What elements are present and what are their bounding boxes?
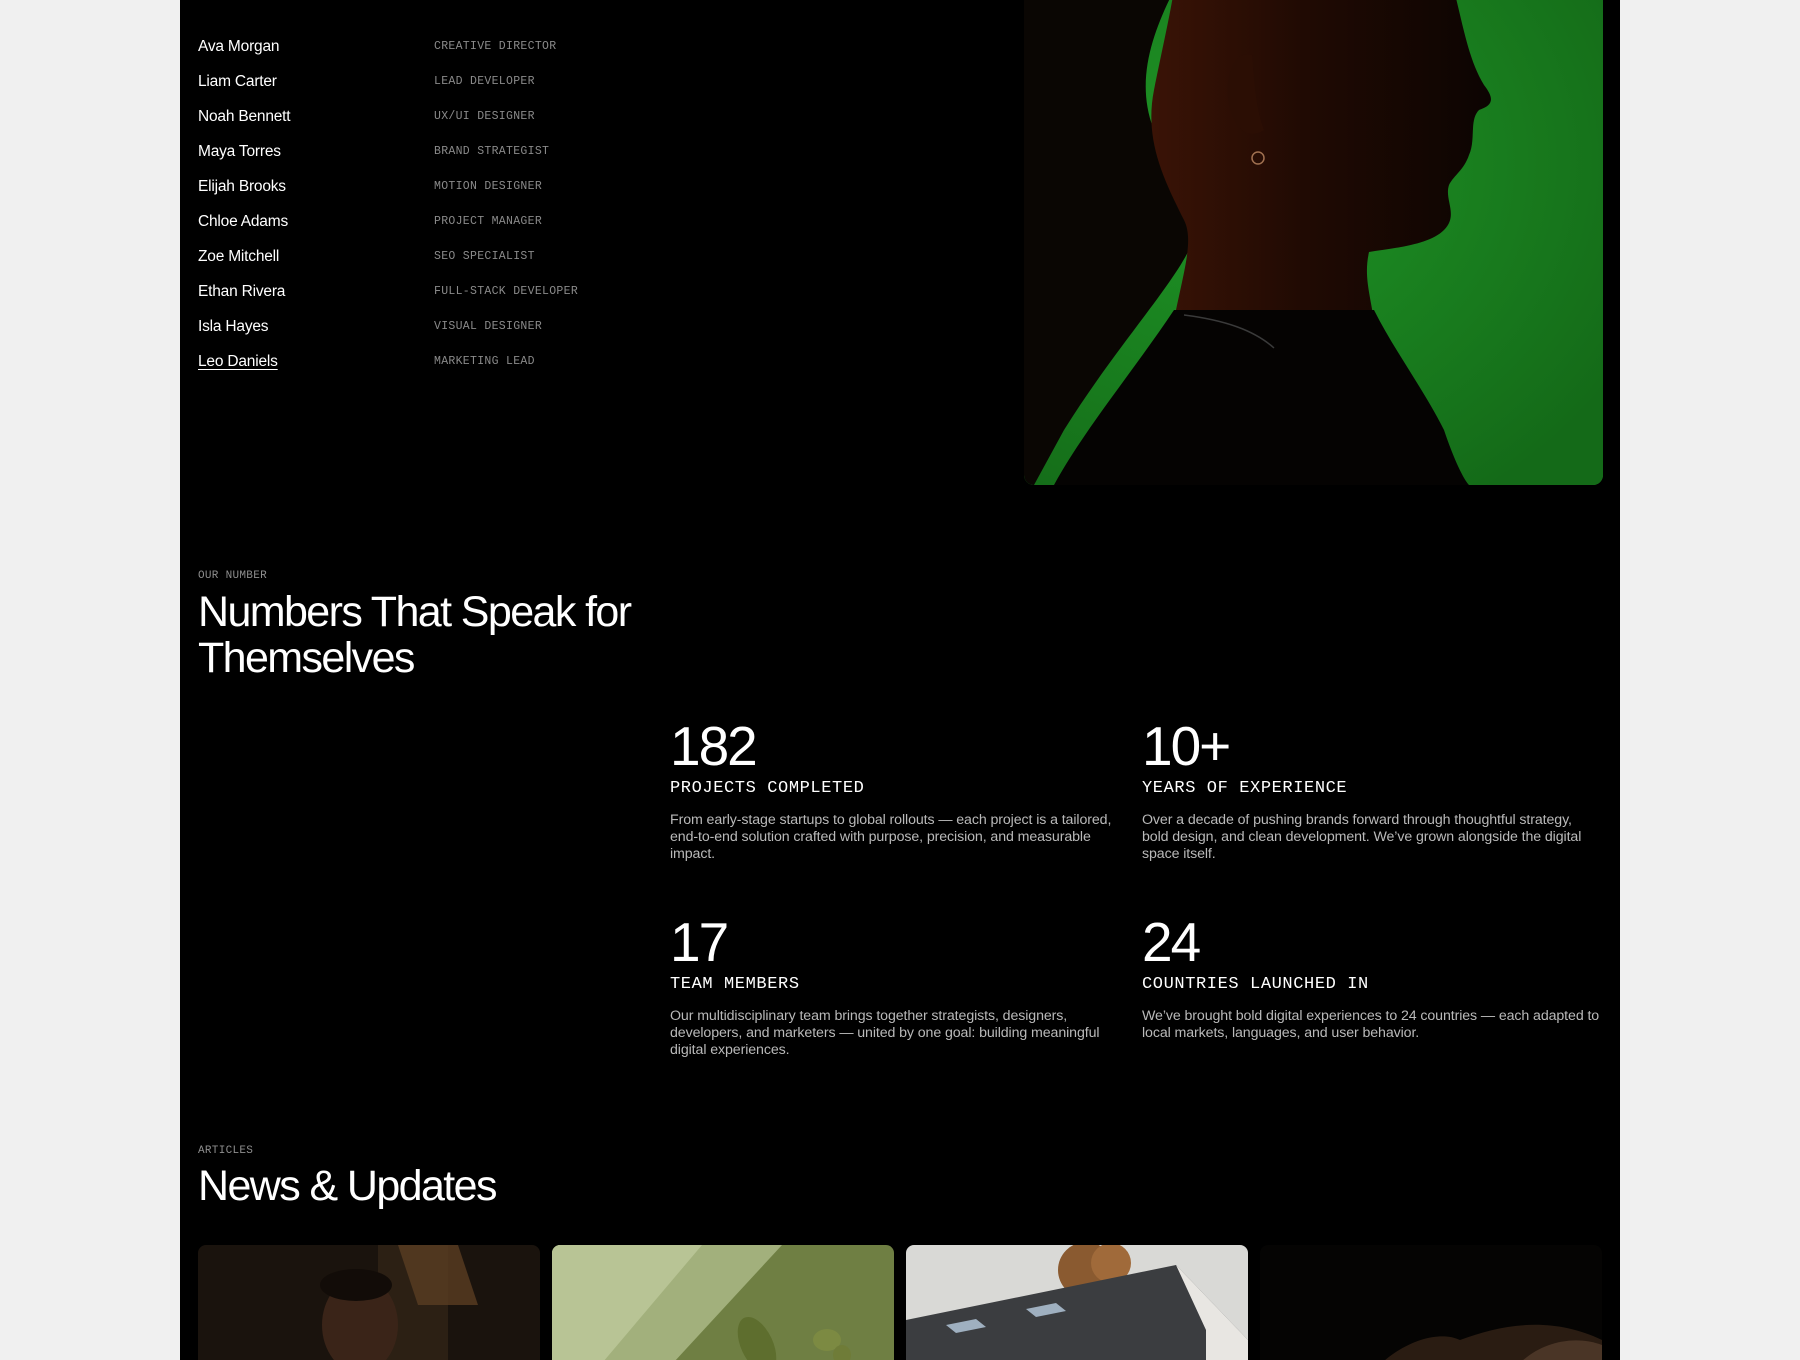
stat-label: TEAM MEMBERS bbox=[670, 975, 800, 994]
stat-projects: 182 PROJECTS COMPLETED From early-stage … bbox=[670, 717, 1130, 863]
team-list: Ava Morgan CREATIVE DIRECTOR Liam Carter… bbox=[198, 29, 618, 379]
member-name[interactable]: Ava Morgan bbox=[198, 38, 434, 56]
member-name[interactable]: Liam Carter bbox=[198, 73, 434, 91]
member-portrait bbox=[1024, 0, 1603, 485]
article-card[interactable] bbox=[552, 1245, 894, 1360]
member-role: MOTION DESIGNER bbox=[434, 180, 543, 193]
member-name[interactable]: Zoe Mitchell bbox=[198, 248, 434, 266]
team-member-row[interactable]: Leo Daniels MARKETING LEAD bbox=[198, 344, 618, 379]
team-member-row[interactable]: Chloe Adams PROJECT MANAGER bbox=[198, 204, 618, 239]
team-member-row[interactable]: Liam Carter LEAD DEVELOPER bbox=[198, 64, 618, 99]
team-member-row[interactable]: Zoe Mitchell SEO SPECIALIST bbox=[198, 239, 618, 274]
numbers-eyebrow: OUR NUMBER bbox=[198, 570, 268, 582]
team-member-row[interactable]: Ava Morgan CREATIVE DIRECTOR bbox=[198, 29, 618, 64]
article-thumbnail bbox=[198, 1245, 540, 1360]
member-name[interactable]: Chloe Adams bbox=[198, 213, 434, 231]
stat-value: 10+ bbox=[1142, 715, 1231, 777]
stat-label: COUNTRIES LAUNCHED IN bbox=[1142, 975, 1369, 994]
member-name[interactable]: Elijah Brooks bbox=[198, 178, 434, 196]
member-role: SEO SPECIALIST bbox=[434, 250, 535, 263]
article-card[interactable] bbox=[1260, 1245, 1602, 1360]
member-role: MARKETING LEAD bbox=[434, 355, 535, 368]
numbers-title-line1: Numbers That Speak for bbox=[198, 588, 632, 636]
numbers-title-line2: Themselves bbox=[198, 634, 415, 682]
article-card[interactable] bbox=[906, 1245, 1248, 1360]
stat-description: Over a decade of pushing brands forward … bbox=[1142, 812, 1582, 862]
member-role: PROJECT MANAGER bbox=[434, 215, 543, 228]
stat-value: 17 bbox=[670, 911, 729, 973]
article-thumbnail bbox=[906, 1245, 1248, 1360]
member-name-active[interactable]: Leo Daniels bbox=[198, 353, 434, 371]
member-name[interactable]: Ethan Rivera bbox=[198, 283, 434, 301]
article-cards bbox=[198, 1245, 1602, 1360]
stat-years: 10+ YEARS OF EXPERIENCE Over a decade of… bbox=[1142, 717, 1602, 863]
member-role: CREATIVE DIRECTOR bbox=[434, 40, 557, 53]
team-member-row[interactable]: Isla Hayes VISUAL DESIGNER bbox=[198, 309, 618, 344]
member-name[interactable]: Maya Torres bbox=[198, 143, 434, 161]
member-name[interactable]: Noah Bennett bbox=[198, 108, 434, 126]
member-role: LEAD DEVELOPER bbox=[434, 75, 535, 88]
numbers-title: Numbers That Speak for Themselves bbox=[198, 588, 632, 682]
stat-value: 24 bbox=[1142, 911, 1201, 973]
stat-description: From early-stage startups to global roll… bbox=[670, 812, 1112, 862]
member-name[interactable]: Isla Hayes bbox=[198, 318, 434, 336]
member-role: FULL-STACK DEVELOPER bbox=[434, 285, 579, 298]
member-role: BRAND STRATEGIST bbox=[434, 145, 550, 158]
stat-countries: 24 COUNTRIES LAUNCHED IN We’ve brought b… bbox=[1142, 913, 1602, 1042]
stat-team: 17 TEAM MEMBERS Our multidisciplinary te… bbox=[670, 913, 1130, 1059]
team-member-row[interactable]: Maya Torres BRAND STRATEGIST bbox=[198, 134, 618, 169]
article-card[interactable] bbox=[198, 1245, 540, 1360]
team-member-row[interactable]: Ethan Rivera FULL-STACK DEVELOPER bbox=[198, 274, 618, 309]
team-member-row[interactable]: Elijah Brooks MOTION DESIGNER bbox=[198, 169, 618, 204]
stat-description: We’ve brought bold digital experiences t… bbox=[1142, 1008, 1600, 1041]
page-canvas: Ava Morgan CREATIVE DIRECTOR Liam Carter… bbox=[180, 0, 1620, 1360]
stat-description: Our multidisciplinary team brings togeth… bbox=[670, 1008, 1100, 1058]
stat-label: PROJECTS COMPLETED bbox=[670, 779, 865, 798]
member-role: UX/UI DESIGNER bbox=[434, 110, 535, 123]
portrait-image bbox=[1024, 0, 1603, 485]
articles-title: News & Updates bbox=[198, 1162, 497, 1210]
team-member-row[interactable]: Noah Bennett UX/UI DESIGNER bbox=[198, 99, 618, 134]
member-role: VISUAL DESIGNER bbox=[434, 320, 543, 333]
article-thumbnail bbox=[1260, 1245, 1602, 1360]
stat-label: YEARS OF EXPERIENCE bbox=[1142, 779, 1348, 798]
article-thumbnail bbox=[552, 1245, 894, 1360]
stat-value: 182 bbox=[670, 715, 758, 777]
articles-eyebrow: ARTICLES bbox=[198, 1145, 254, 1157]
